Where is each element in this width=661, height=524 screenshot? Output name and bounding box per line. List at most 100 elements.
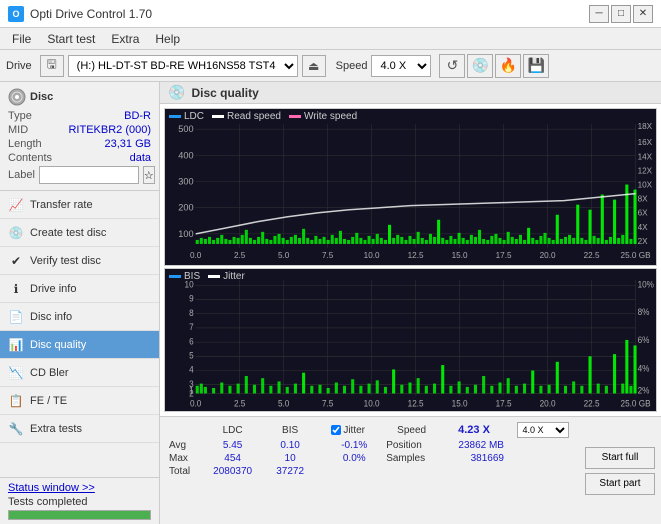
verify-test-disc-label: Verify test disc — [30, 255, 101, 267]
refresh-button[interactable]: ↺ — [439, 54, 465, 78]
close-button[interactable]: ✕ — [633, 5, 653, 23]
menu-extra[interactable]: Extra — [103, 30, 147, 48]
max-bis: 10 — [265, 452, 315, 465]
ldc-legend-color — [169, 115, 181, 118]
disc-length-label: Length — [8, 138, 42, 150]
extra-tests-icon: 🔧 — [8, 421, 24, 437]
svg-text:200: 200 — [178, 203, 193, 213]
svg-text:5.0: 5.0 — [278, 251, 290, 260]
speed-select-stats[interactable]: 4.0 X — [517, 422, 569, 438]
position-value: 23862 MB — [440, 439, 508, 452]
speed-select[interactable]: 4.0 X — [371, 55, 431, 77]
start-part-button[interactable]: Start part — [585, 473, 655, 495]
jitter-legend: Jitter — [208, 271, 245, 282]
content-header: 💿 Disc quality — [160, 82, 661, 104]
svg-text:1: 1 — [189, 385, 194, 395]
ldc-legend: LDC — [169, 111, 204, 122]
disc-label-input[interactable] — [39, 166, 139, 184]
status-text: Tests completed — [8, 496, 151, 508]
sidebar-item-transfer-rate[interactable]: 📈 Transfer rate — [0, 191, 159, 219]
svg-text:6%: 6% — [638, 335, 650, 345]
start-buttons: Start full Start part — [585, 421, 655, 520]
col-jitter: Jitter — [325, 421, 383, 439]
svg-text:100: 100 — [178, 229, 193, 239]
bottom-chart-svg: 10 9 8 7 6 5 4 3 2 10% 8% 6% 4% 2% 1 — [165, 269, 656, 411]
svg-text:8X: 8X — [638, 195, 649, 204]
burn-button[interactable]: 🔥 — [495, 54, 521, 78]
svg-text:15.0: 15.0 — [452, 398, 468, 408]
svg-text:15.0: 15.0 — [452, 251, 468, 260]
extra-tests-label: Extra tests — [30, 423, 82, 435]
eject-button[interactable]: ⏏ — [302, 55, 326, 77]
jitter-checkbox[interactable] — [331, 425, 341, 435]
max-ldc: 454 — [200, 452, 265, 465]
speed-value-header: 4.23 X — [440, 421, 508, 439]
window-controls: ─ □ ✕ — [589, 5, 653, 23]
sidebar-item-disc-quality[interactable]: 📊 Disc quality — [0, 331, 159, 359]
bottom-chart-legend: BIS Jitter — [169, 271, 245, 282]
bis-legend-color — [169, 275, 181, 278]
total-jitter — [325, 465, 383, 478]
sidebar-item-create-test-disc[interactable]: 💿 Create test disc — [0, 219, 159, 247]
disc-svg-icon — [8, 88, 26, 106]
progress-bar-fill — [9, 511, 150, 519]
menu-start-test[interactable]: Start test — [39, 30, 103, 48]
svg-text:25.0 GB: 25.0 GB — [621, 398, 651, 408]
col-label — [166, 421, 200, 439]
svg-text:8%: 8% — [638, 307, 650, 317]
app-icon: O — [8, 6, 24, 22]
disc-mid-value: RITEKBR2 (000) — [68, 124, 151, 136]
svg-text:10X: 10X — [638, 181, 653, 190]
disc-label-button[interactable]: ☆ — [143, 166, 155, 184]
disc-button[interactable]: 💿 — [467, 54, 493, 78]
disc-panel-title: Disc — [30, 91, 53, 103]
read-speed-legend-color — [212, 115, 224, 118]
jitter-header-label: Jitter — [343, 425, 365, 436]
svg-text:12X: 12X — [638, 167, 653, 176]
drive-select[interactable]: (H:) HL-DT-ST BD-RE WH16NS58 TST4 — [68, 55, 298, 77]
svg-text:16X: 16X — [638, 138, 653, 147]
svg-text:10.0: 10.0 — [364, 398, 380, 408]
disc-info-label: Disc info — [30, 311, 72, 323]
disc-type-label: Type — [8, 110, 32, 122]
stats-table: LDC BIS Jitter Speed 4.23 X — [166, 421, 579, 478]
stats-row-max: Max 454 10 0.0% Samples 381669 — [166, 452, 579, 465]
sidebar-item-drive-info[interactable]: ℹ Drive info — [0, 275, 159, 303]
sidebar-item-verify-test-disc[interactable]: ✔ Verify test disc — [0, 247, 159, 275]
save-button[interactable]: 💾 — [523, 54, 549, 78]
sidebar-item-extra-tests[interactable]: 🔧 Extra tests — [0, 415, 159, 443]
stats-panel: LDC BIS Jitter Speed 4.23 X — [160, 416, 661, 524]
drive-label: Drive — [6, 60, 32, 72]
menu-help[interactable]: Help — [147, 30, 188, 48]
menu-file[interactable]: File — [4, 30, 39, 48]
disc-length-row: Length 23,31 GB — [8, 138, 151, 150]
status-window-button[interactable]: Status window >> — [8, 482, 95, 494]
disc-quality-label: Disc quality — [30, 339, 86, 351]
svg-text:9: 9 — [189, 294, 194, 304]
disc-quality-icon: 📊 — [8, 337, 24, 353]
svg-text:2.5: 2.5 — [234, 251, 246, 260]
transfer-rate-icon: 📈 — [8, 197, 24, 213]
bis-legend-label: BIS — [184, 271, 200, 282]
fe-te-label: FE / TE — [30, 395, 67, 407]
sidebar-item-cd-bler[interactable]: 📉 CD Bler — [0, 359, 159, 387]
svg-text:2.5: 2.5 — [234, 398, 246, 408]
maximize-button[interactable]: □ — [611, 5, 631, 23]
svg-text:4X: 4X — [638, 223, 649, 232]
fe-te-icon: 📋 — [8, 393, 24, 409]
speed-label: Speed — [336, 60, 368, 72]
menubar: File Start test Extra Help — [0, 28, 661, 50]
disc-type-row: Type BD-R — [8, 110, 151, 122]
drive-info-icon: ℹ — [8, 281, 24, 297]
sidebar-item-disc-info[interactable]: 📄 Disc info — [0, 303, 159, 331]
transfer-rate-label: Transfer rate — [30, 199, 93, 211]
write-speed-legend: Write speed — [289, 111, 357, 122]
start-full-button[interactable]: Start full — [585, 447, 655, 469]
titlebar-left: O Opti Drive Control 1.70 — [8, 6, 152, 22]
drive-info-label: Drive info — [30, 283, 76, 295]
minimize-button[interactable]: ─ — [589, 5, 609, 23]
sidebar-item-fe-te[interactable]: 📋 FE / TE — [0, 387, 159, 415]
stats-table-container: LDC BIS Jitter Speed 4.23 X — [166, 421, 579, 520]
svg-text:5: 5 — [189, 350, 194, 360]
top-chart-legend: LDC Read speed Write speed — [169, 111, 357, 122]
